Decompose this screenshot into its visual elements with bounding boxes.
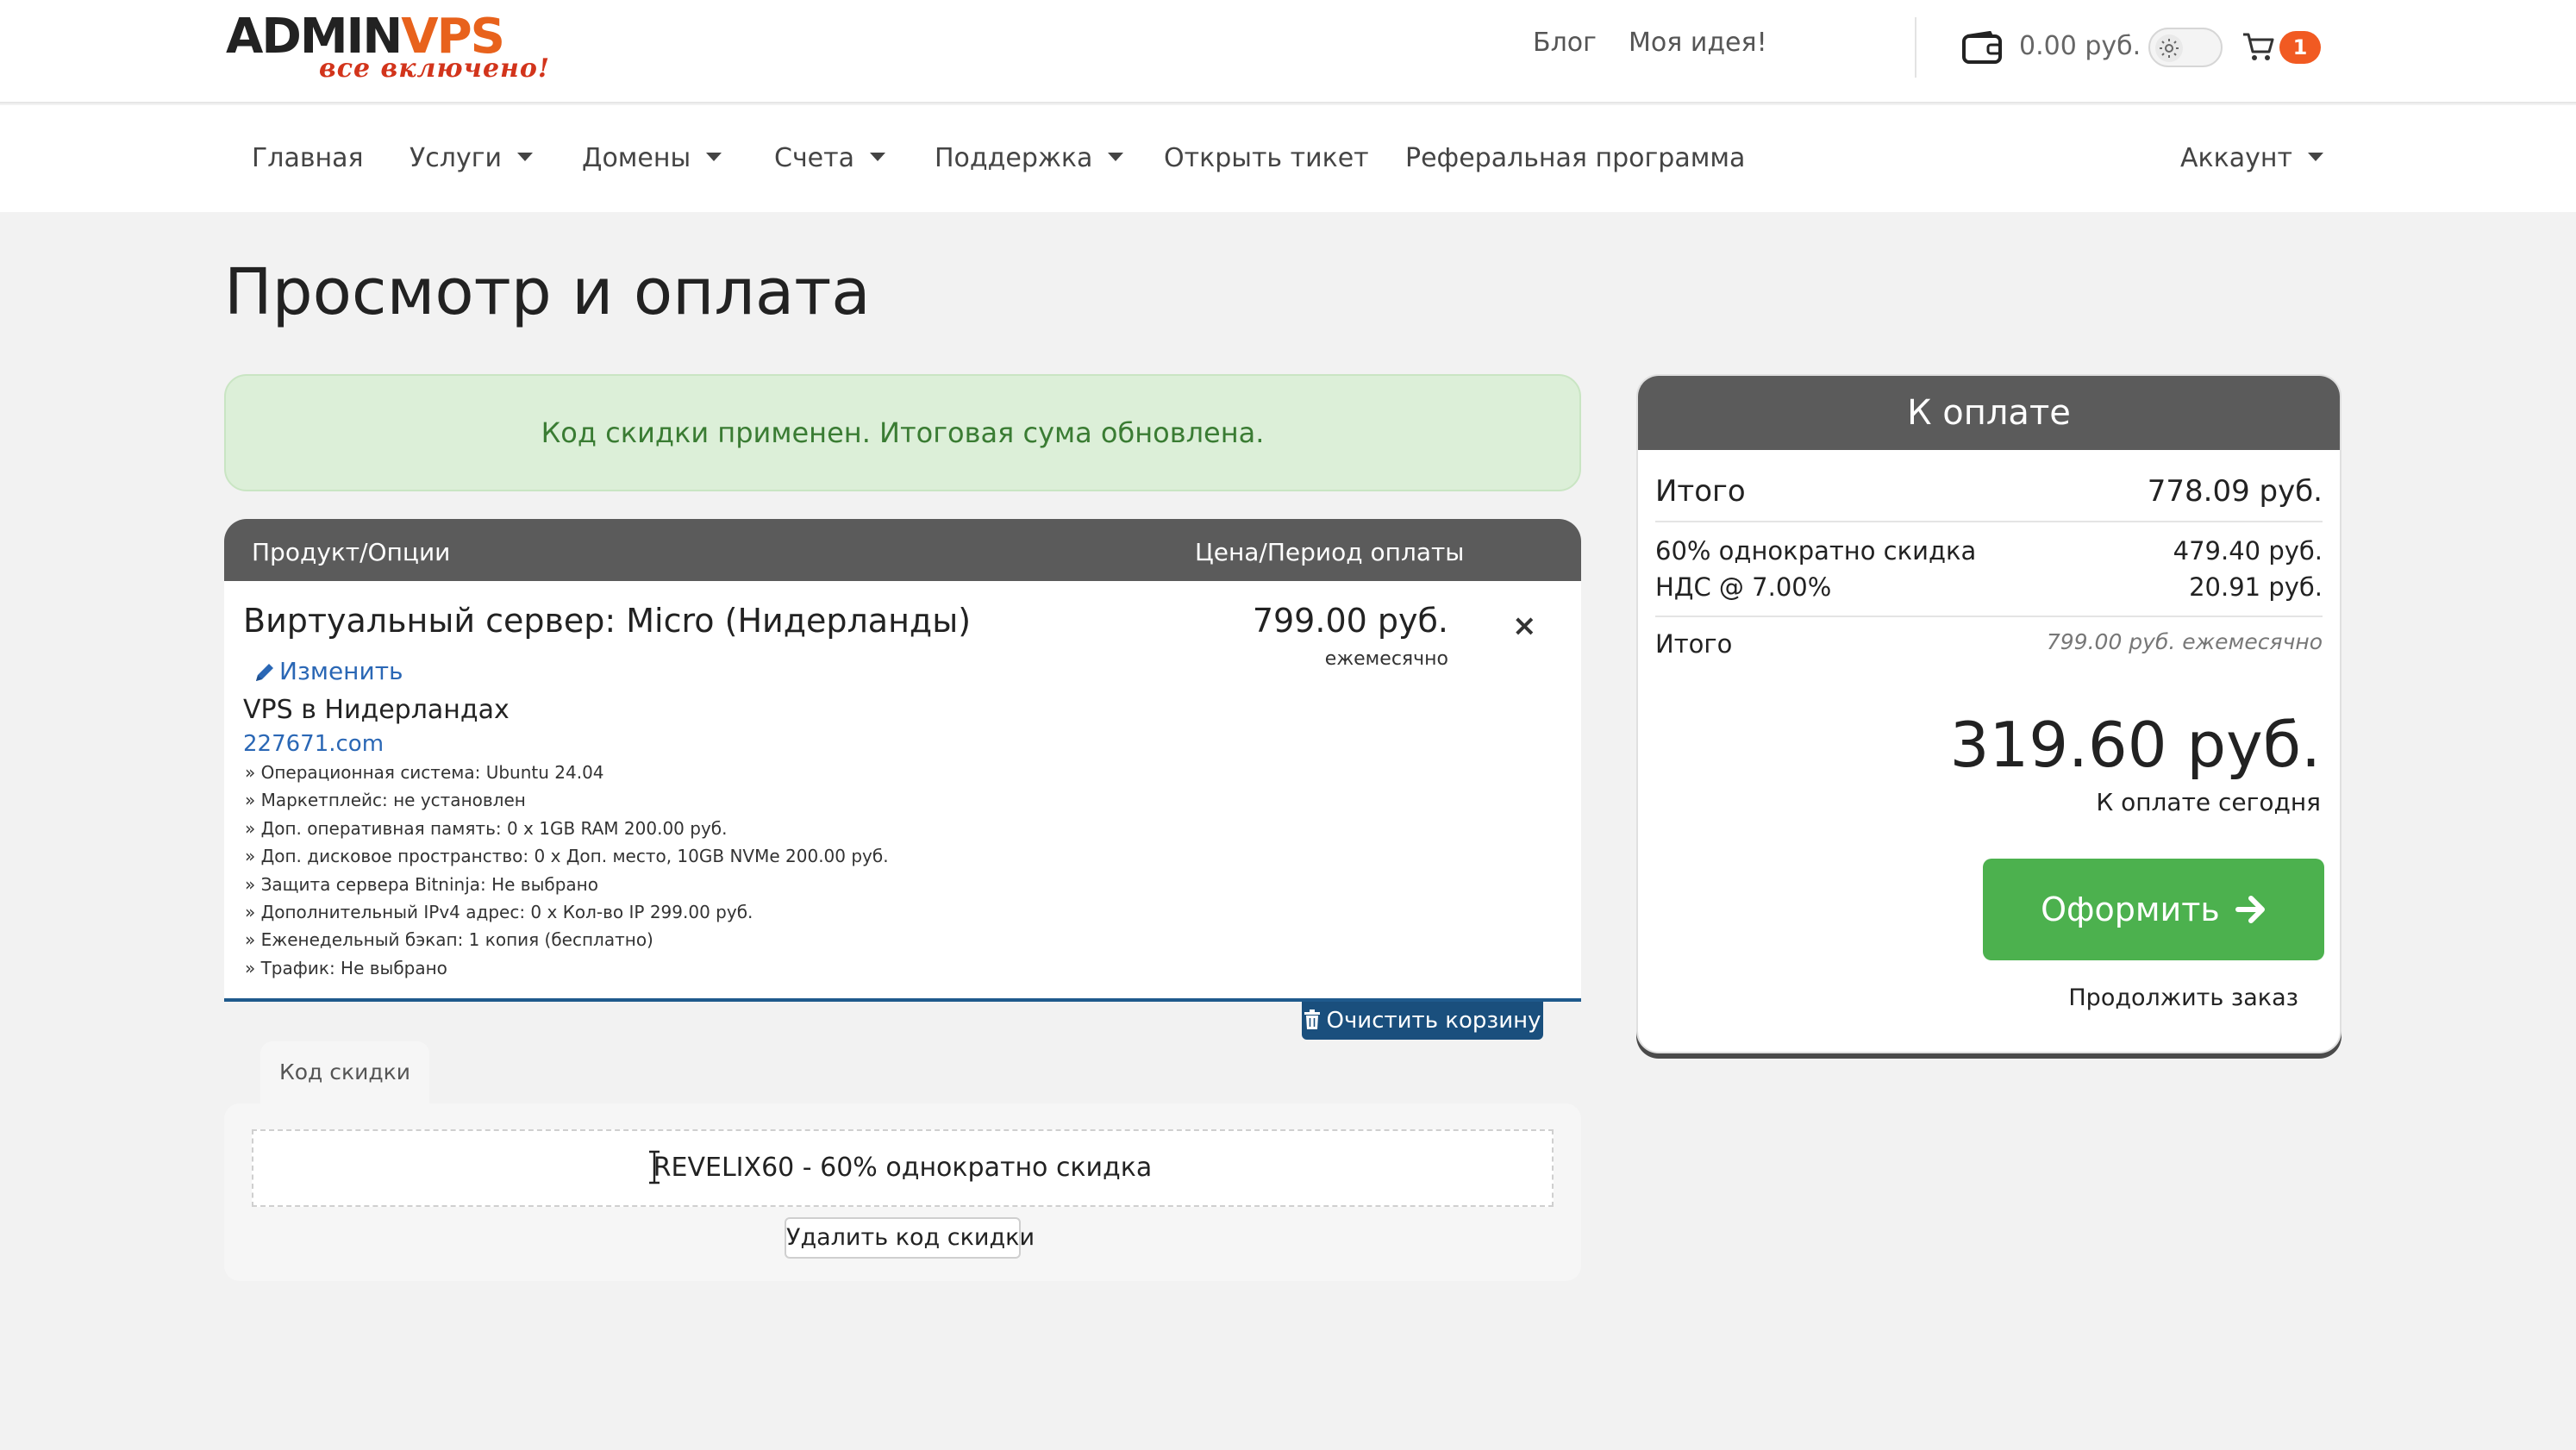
nav-account[interactable]: Аккаунт (2180, 143, 2323, 173)
column-header-product: Продукт/Опции (252, 538, 451, 566)
tax-label: НДС @ 7.00% (1655, 572, 1832, 602)
chevron-down-icon (516, 152, 533, 161)
discount-value: 479.40 руб. (2173, 536, 2323, 566)
site-logo[interactable]: ADMINVPS все включено! (226, 9, 549, 91)
order-summary: К оплате Итого 778.09 руб. 60% однократн… (1636, 374, 2342, 1053)
text-cursor-icon (649, 1150, 660, 1184)
due-today-caption: К оплате сегодня (2096, 788, 2321, 816)
pencil-icon (256, 664, 273, 681)
edit-product-link[interactable]: Изменить (253, 657, 403, 685)
option-item: » Доп. дисковое пространство: 0 x Доп. м… (245, 846, 889, 867)
product-group: VPS в Нидерландах (243, 695, 510, 725)
nav-billing[interactable]: Счета (774, 143, 885, 173)
chevron-down-icon (1108, 152, 1124, 161)
account-balance: 0.00 руб. (2019, 31, 2141, 61)
tab-promo-code[interactable]: Код скидки (260, 1041, 429, 1103)
subtotal-value: 778.09 руб. (2147, 474, 2323, 509)
nav-open-ticket[interactable]: Открыть тикет (1164, 143, 1369, 173)
summary-title: К оплате (1638, 376, 2340, 450)
applied-promo-code: REVELIX60 - 60% однократно скидка (252, 1129, 1554, 1207)
discount-label: 60% однократно скидка (1655, 536, 1977, 566)
cart-icon[interactable] (2241, 31, 2276, 62)
option-item: » Трафик: Не выбрано (245, 957, 447, 978)
product-options-list: » Операционная система: Ubuntu 24.04 » М… (245, 759, 889, 982)
option-item: » Еженедельный бэкап: 1 копия (бесплатно… (245, 929, 653, 951)
subtotal-label: Итого (1655, 474, 1746, 509)
due-today-amount: 319.60 руб. (1949, 709, 2321, 781)
wallet-icon[interactable] (1962, 31, 2004, 66)
idea-link[interactable]: Моя идея! (1629, 28, 1767, 58)
option-item: » Операционная система: Ubuntu 24.04 (245, 762, 604, 783)
chevron-down-icon (870, 152, 885, 161)
option-item: » Маркетплейс: не установлен (245, 790, 526, 811)
recurring-label: Итого (1655, 629, 1733, 659)
main-nav: Главная Услуги Домены Счета Поддержка От… (0, 105, 2576, 212)
option-item: » Дополнительный IPv4 адрес: 0 x Кол-во … (245, 902, 753, 923)
nav-support[interactable]: Поддержка (935, 143, 1124, 173)
option-item: » Доп. оперативная память: 0 x 1GB RAM 2… (245, 817, 728, 839)
page-title: Просмотр и оплата (224, 255, 871, 329)
recurring-value: 799.00 руб. ежемесячно (2046, 629, 2323, 654)
clear-cart-button[interactable]: Очистить корзину (1302, 1002, 1543, 1040)
header-divider (1915, 17, 1916, 78)
logo-tagline: все включено! (319, 53, 551, 84)
product-domain-link[interactable]: 227671.com (243, 731, 384, 757)
product-billing-period: ежемесячно (1324, 648, 1448, 670)
sun-icon (2160, 39, 2179, 58)
product-price: 799.00 руб. (1252, 602, 1448, 640)
nav-home[interactable]: Главная (252, 143, 364, 173)
theme-toggle[interactable] (2148, 28, 2223, 67)
summary-divider (1655, 521, 2323, 522)
nav-domains[interactable]: Домены (582, 143, 722, 173)
checkout-button[interactable]: Оформить (1983, 859, 2324, 960)
option-item: » Защита сервера Bitninja: Не выбрано (245, 873, 598, 895)
success-alert: Код скидки применен. Итоговая сума обнов… (224, 374, 1581, 491)
column-header-price: Цена/Период оплаты (1195, 538, 1465, 566)
tax-value: 20.91 руб. (2189, 572, 2323, 602)
summary-divider (1655, 616, 2323, 617)
chevron-down-icon (706, 152, 722, 161)
nav-services[interactable]: Услуги (410, 143, 533, 173)
top-bar: ADMINVPS все включено! Блог Моя идея! 0.… (0, 0, 2576, 103)
trash-icon (1304, 1009, 1321, 1029)
remove-promo-button[interactable]: Удалить код скидки (785, 1217, 1035, 1259)
arrow-right-icon (2235, 895, 2265, 923)
chevron-down-icon (2308, 152, 2323, 161)
product-title: Виртуальный сервер: Micro (Нидерланды) (243, 602, 972, 640)
remove-item-icon[interactable]: × (1512, 609, 1537, 643)
cart-table-header: Продукт/Опции Цена/Период оплаты (224, 519, 1581, 581)
nav-referral[interactable]: Реферальная программа (1405, 143, 1745, 173)
cart-count-badge[interactable]: 1 (2279, 31, 2321, 64)
blog-link[interactable]: Блог (1533, 28, 1597, 58)
continue-shopping-link[interactable]: Продолжить заказ (2068, 984, 2298, 1011)
cart-table: Продукт/Опции Цена/Период оплаты Виртуал… (224, 519, 1581, 1002)
